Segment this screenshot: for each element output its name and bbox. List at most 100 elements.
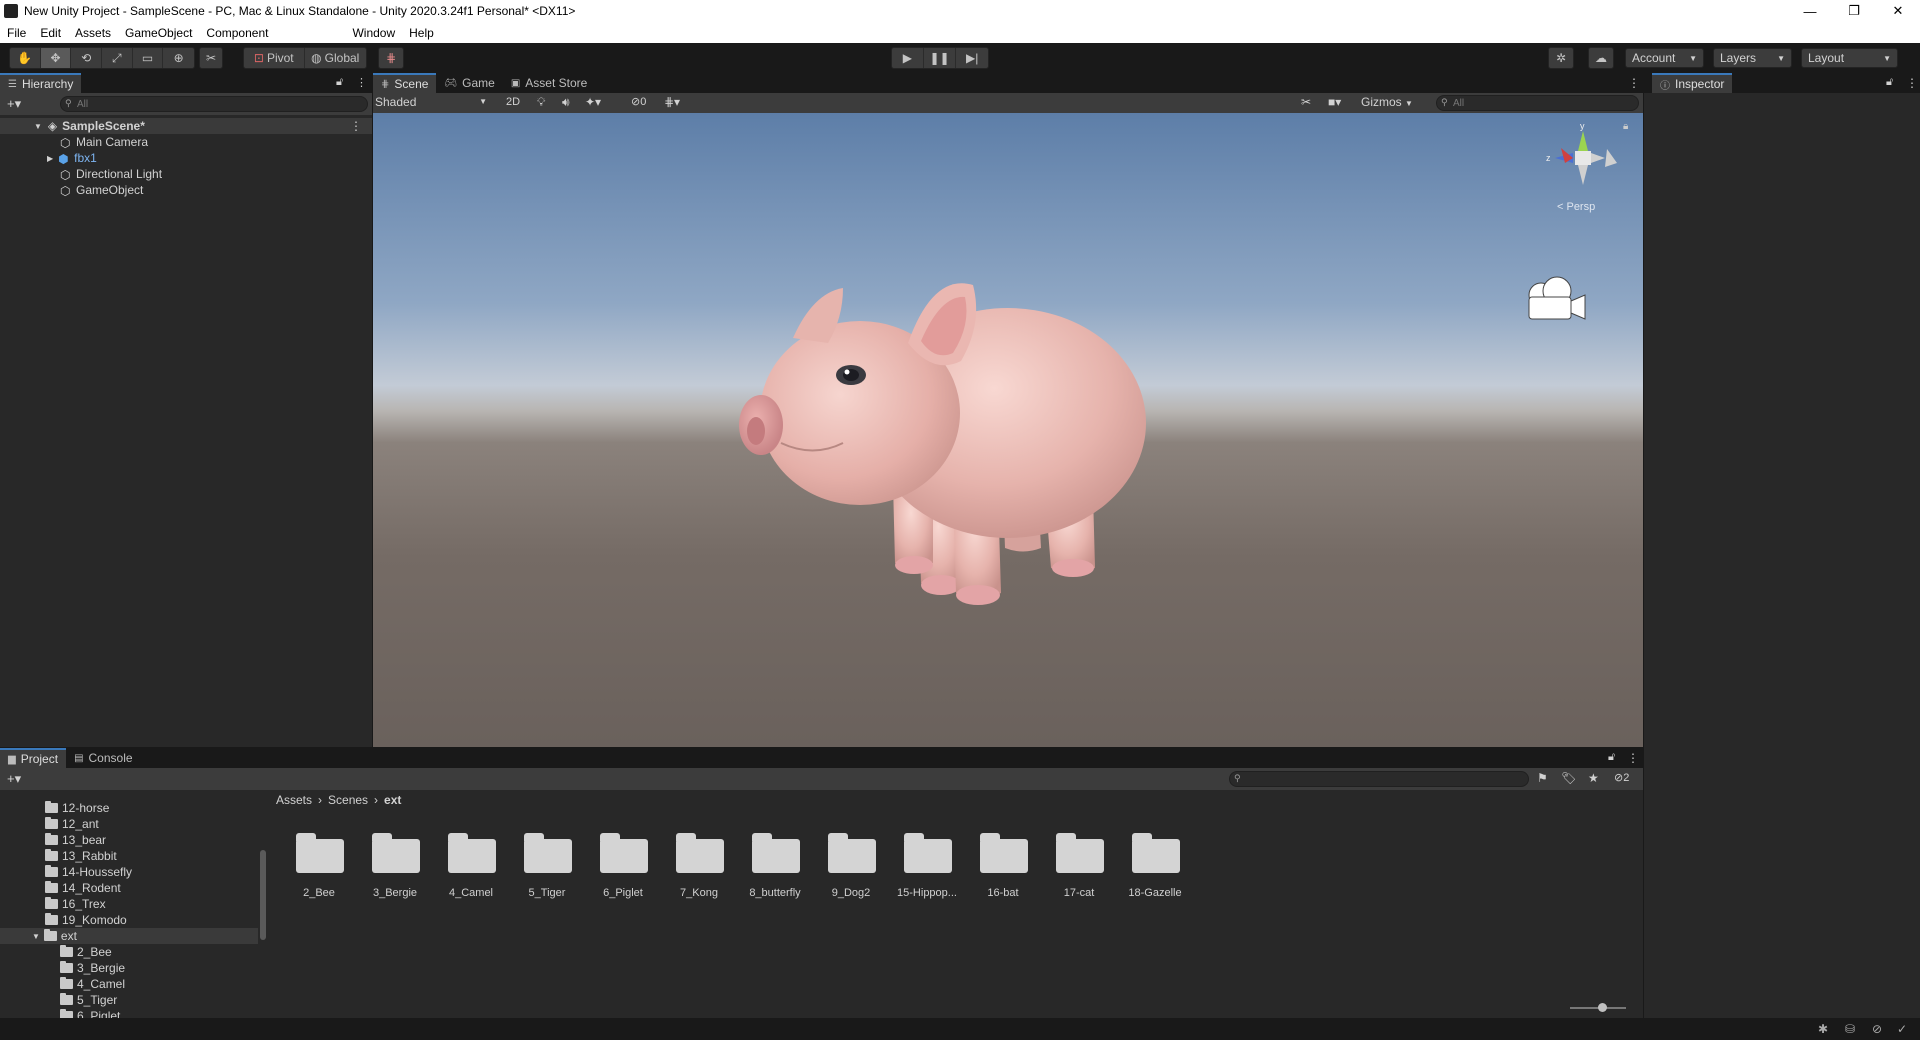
asset-folder[interactable]: 15-Hippop... xyxy=(892,832,962,902)
kebab-menu-icon[interactable]: ⋮ xyxy=(356,76,367,89)
close-button[interactable]: ✕ xyxy=(1876,0,1920,22)
filter-label-icon[interactable]: 🏷︎ xyxy=(1561,771,1576,785)
asset-folder[interactable]: 5_Tiger xyxy=(512,832,582,902)
orientation-gizmo[interactable]: y z < Persp xyxy=(1543,121,1623,213)
favorite-star-icon[interactable]: ★ xyxy=(1588,771,1599,785)
scene-viewport[interactable]: y z < Persp 🔒︎ xyxy=(373,113,1643,747)
transform-tool-icon[interactable]: ⊕ xyxy=(163,48,194,68)
camera-icon[interactable]: ■▾ xyxy=(1328,95,1341,109)
menu-component[interactable]: Component xyxy=(199,26,275,40)
asset-folder[interactable]: 4_Camel xyxy=(436,832,506,902)
asset-folder[interactable]: 3_Bergie xyxy=(360,832,430,902)
grid-icon[interactable]: ⋕▾ xyxy=(664,95,680,109)
tree-item[interactable]: 3_Bergie xyxy=(0,960,125,976)
custom-tool-icon[interactable]: ✂ xyxy=(200,48,222,68)
hierarchy-item[interactable]: ⬡ Directional Light xyxy=(0,166,372,182)
asset-folder[interactable]: 9_Dog2 xyxy=(816,832,886,902)
persp-label[interactable]: < Persp xyxy=(1557,201,1595,213)
menu-window[interactable]: Window xyxy=(345,26,402,40)
asset-folder[interactable]: 7_Kong xyxy=(664,832,734,902)
camera-gizmo-icon[interactable] xyxy=(1523,273,1591,323)
shading-mode-dropdown[interactable]: Shaded ▼ xyxy=(375,95,493,111)
breadcrumb-item[interactable]: Scenes xyxy=(328,793,368,807)
tab-console[interactable]: ▤ Console xyxy=(66,748,140,768)
asset-folder[interactable]: 6_Piglet xyxy=(588,832,658,902)
tree-item[interactable]: 12_ant xyxy=(0,816,99,832)
maximize-button[interactable]: ❐ xyxy=(1832,0,1876,22)
tab-game[interactable]: 🎮︎ Game xyxy=(436,73,502,93)
tree-item[interactable]: 14_Rodent xyxy=(0,880,121,896)
tree-item[interactable]: 13_bear xyxy=(0,832,106,848)
tree-item[interactable]: 4_Camel xyxy=(0,976,125,992)
menu-edit[interactable]: Edit xyxy=(33,26,68,40)
effects-icon[interactable]: ✦▾ xyxy=(585,95,601,109)
audio-icon[interactable]: 🔊︎ xyxy=(562,95,570,110)
scene-search-input[interactable]: ⚲ All xyxy=(1436,95,1639,111)
project-search-input[interactable]: ⚲ xyxy=(1229,771,1529,787)
tree-item[interactable]: 5_Tiger xyxy=(0,992,117,1008)
tree-item[interactable]: 2_Bee xyxy=(0,944,112,960)
tree-scrollbar[interactable] xyxy=(260,850,266,940)
axis-gizmo-icon[interactable] xyxy=(1543,123,1623,193)
kebab-menu-icon[interactable]: ⋮ xyxy=(1627,751,1639,765)
cache-icon[interactable]: ⛁ xyxy=(1845,1022,1855,1036)
rect-tool-icon[interactable]: ▭ xyxy=(133,48,164,68)
menu-assets[interactable]: Assets xyxy=(68,26,118,40)
rotate-tool-icon[interactable]: ⟲ xyxy=(71,48,103,68)
tab-hierarchy[interactable]: ☰ Hierarchy xyxy=(0,73,82,93)
tab-asset-store[interactable]: ▣ Asset Store xyxy=(503,73,595,93)
tab-scene[interactable]: ⋕ Scene xyxy=(373,73,437,93)
grid-snap-icon[interactable]: ⋕ xyxy=(379,48,403,68)
pause-icon[interactable]: ❚❚ xyxy=(924,48,957,68)
hidden-packages-icon[interactable]: ⊘2 xyxy=(1614,771,1629,784)
toggle-2d-button[interactable]: 2D xyxy=(506,96,520,108)
breadcrumb-item[interactable]: ext xyxy=(384,793,401,807)
tree-item[interactable]: 6_Piglet xyxy=(0,1008,120,1018)
play-icon[interactable]: ▶ xyxy=(892,48,924,68)
asset-folder[interactable]: 2_Bee xyxy=(284,832,354,902)
hidden-objects-icon[interactable]: ⊘0 xyxy=(631,95,646,108)
hierarchy-search-input[interactable]: ⚲ All xyxy=(60,96,368,112)
tab-inspector[interactable]: ⓘ Inspector xyxy=(1652,73,1733,93)
layers-dropdown[interactable]: Layers ▼ xyxy=(1713,48,1792,68)
hand-tool-icon[interactable]: ✋ xyxy=(10,48,41,68)
breadcrumb-item[interactable]: Assets xyxy=(276,793,312,807)
minimize-button[interactable]: — xyxy=(1788,0,1832,22)
chevron-right-icon[interactable]: ▶ xyxy=(47,154,53,163)
lock-icon[interactable]: 🔓︎ xyxy=(1886,76,1893,89)
tools-icon[interactable]: ✂ xyxy=(1301,95,1311,109)
step-icon[interactable]: ▶| xyxy=(956,48,988,68)
lighting-icon[interactable]: 💡︎ xyxy=(537,95,545,110)
global-toggle[interactable]: ◍ Global xyxy=(305,48,366,68)
tree-item[interactable]: 14-Houssefly xyxy=(0,864,132,880)
progress-check-icon[interactable]: ✓ xyxy=(1897,1022,1907,1036)
hierarchy-item[interactable]: ▶ ⬢ fbx1 xyxy=(0,150,372,166)
asset-folder[interactable]: 18-Gazelle xyxy=(1120,832,1190,902)
gizmos-dropdown[interactable]: Gizmos ▼ xyxy=(1361,95,1413,109)
lock-icon[interactable]: 🔒︎ xyxy=(1623,121,1628,132)
asset-folder[interactable]: 8_butterfly xyxy=(740,832,810,902)
slider-handle[interactable] xyxy=(1598,1003,1607,1012)
asset-folder[interactable]: 16-bat xyxy=(968,832,1038,902)
tree-item[interactable]: 12-horse xyxy=(0,800,109,816)
kebab-menu-icon[interactable]: ⋮ xyxy=(350,119,362,133)
tree-item[interactable]: 19_Komodo xyxy=(0,912,127,928)
kebab-menu-icon[interactable]: ⋮ xyxy=(1906,76,1918,90)
tree-item[interactable]: 16_Trex xyxy=(0,896,106,912)
tree-item[interactable]: 13_Rabbit xyxy=(0,848,117,864)
pig-model[interactable] xyxy=(373,113,1643,747)
menu-file[interactable]: File xyxy=(0,26,33,40)
move-tool-icon[interactable]: ✥ xyxy=(40,48,72,68)
collab-icon[interactable]: ✲ xyxy=(1549,48,1573,68)
menu-gameobject[interactable]: GameObject xyxy=(118,26,199,40)
asset-folder[interactable]: 17-cat xyxy=(1044,832,1114,902)
auto-generate-lighting-icon[interactable]: ⊘ xyxy=(1872,1022,1882,1036)
add-icon[interactable]: +▾ xyxy=(7,96,21,112)
kebab-menu-icon[interactable]: ⋮ xyxy=(1628,76,1640,90)
scene-row[interactable]: ▼ ◈ SampleScene* ⋮ xyxy=(0,118,372,134)
debug-icon[interactable]: ✱ xyxy=(1818,1022,1828,1036)
scale-tool-icon[interactable]: ⤢ xyxy=(102,48,133,68)
lock-icon[interactable]: 🔓︎ xyxy=(1608,751,1615,764)
tree-item-expanded[interactable]: ▼ ext xyxy=(0,928,258,944)
hierarchy-item[interactable]: ⬡ GameObject xyxy=(0,182,372,198)
